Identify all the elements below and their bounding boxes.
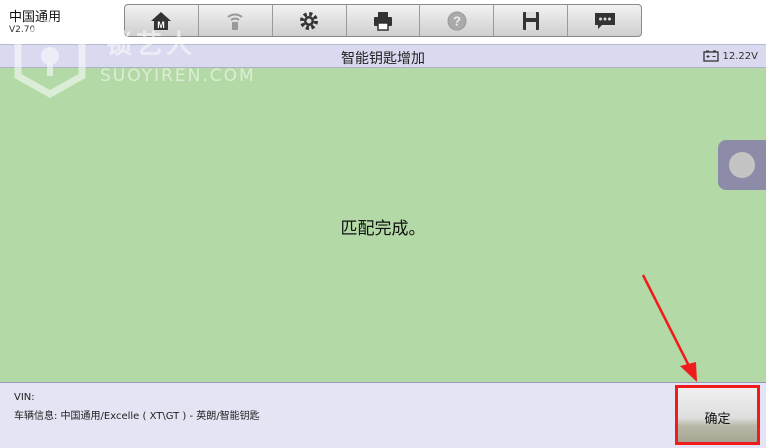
battery-icon bbox=[702, 50, 719, 62]
floating-assistive-button[interactable] bbox=[718, 140, 766, 190]
settings-button[interactable] bbox=[273, 5, 347, 36]
title-bar: 智能钥匙增加 12.22V bbox=[0, 44, 766, 68]
vci-icon bbox=[227, 13, 243, 30]
message-button[interactable] bbox=[568, 5, 641, 36]
circle-icon bbox=[729, 152, 755, 178]
app-title: 中国通用 bbox=[9, 10, 62, 25]
header-bar: 中国通用 V2.70 M ? bbox=[0, 0, 766, 44]
app-version: V2.70 bbox=[9, 25, 36, 35]
ok-button[interactable]: 确定 bbox=[675, 385, 760, 445]
settings-gear-icon bbox=[300, 11, 319, 30]
main-toolbar: M ? bbox=[124, 4, 642, 37]
printer-icon bbox=[374, 11, 392, 31]
vin-label: VIN: bbox=[14, 392, 35, 403]
save-button[interactable] bbox=[494, 5, 569, 36]
save-icon bbox=[522, 11, 539, 30]
result-message: 匹配完成。 bbox=[340, 219, 426, 239]
battery-voltage: 12.22V bbox=[722, 50, 758, 62]
footer-info: VIN: 车辆信息: 中国通用/Excelle ( XT\GT ) - 英朗/智… bbox=[0, 382, 766, 448]
home-icon: M bbox=[151, 11, 172, 30]
help-button[interactable]: ? bbox=[420, 5, 495, 36]
main-content: 匹配完成。 bbox=[0, 68, 766, 382]
page-title: 智能钥匙增加 bbox=[341, 51, 425, 67]
message-icon bbox=[594, 12, 615, 29]
home-button[interactable]: M bbox=[125, 5, 199, 36]
svg-text:?: ? bbox=[453, 13, 461, 28]
ok-button-label: 确定 bbox=[704, 412, 731, 427]
vehicle-info: 车辆信息: 中国通用/Excelle ( XT\GT ) - 英朗/智能钥匙 bbox=[14, 411, 260, 422]
svg-text:M: M bbox=[158, 20, 166, 30]
help-icon: ? bbox=[447, 11, 467, 30]
battery-status: 12.22V bbox=[702, 50, 758, 62]
vci-button[interactable] bbox=[199, 5, 273, 36]
print-button[interactable] bbox=[347, 5, 421, 36]
